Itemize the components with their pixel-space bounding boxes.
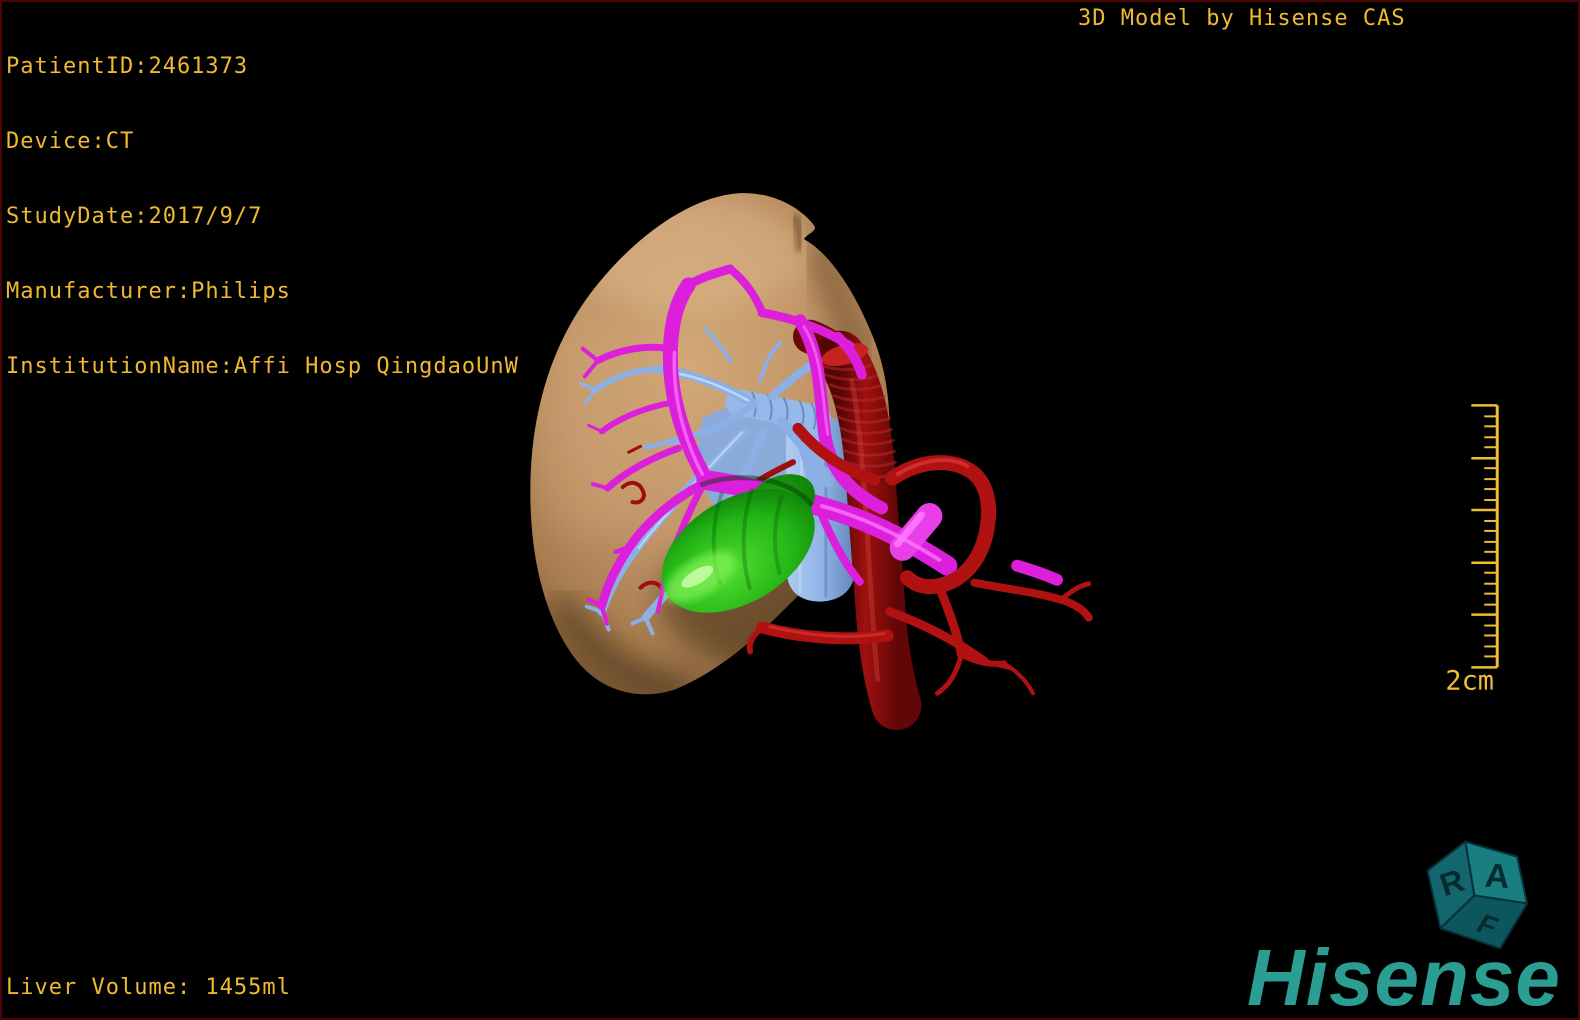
patient-id-line: PatientID:2461373 xyxy=(6,54,249,79)
scale-label: 2cm xyxy=(1445,665,1494,696)
cube-letter-anterior: A xyxy=(1484,857,1511,897)
viewer-canvas[interactable]: 2cm R A F PatientID:2461373 Device:CT St… xyxy=(0,0,1580,1020)
hisense-logo: Hisense xyxy=(1247,933,1561,1020)
institution-line: InstitutionName:Affi Hosp QingdaoUnW xyxy=(6,354,519,379)
vessel-segment xyxy=(1011,559,1063,586)
artery-twig xyxy=(934,651,964,696)
device-line: Device:CT xyxy=(6,129,135,154)
artery-twig xyxy=(1058,581,1092,603)
manufacturer-line: Manufacturer:Philips xyxy=(6,279,291,304)
watermark-text: 3D Model by Hisense CAS xyxy=(1078,6,1406,31)
liver-volume-label: Liver Volume: 1455ml xyxy=(6,975,291,1000)
patient-info-block: PatientID:2461373 Device:CT StudyDate:20… xyxy=(6,4,519,429)
scale-ruler: 2cm xyxy=(1445,404,1499,696)
ruler-minor-ticks xyxy=(1484,415,1498,658)
artery-branch xyxy=(970,578,1093,622)
study-date-line: StudyDate:2017/9/7 xyxy=(6,204,263,229)
